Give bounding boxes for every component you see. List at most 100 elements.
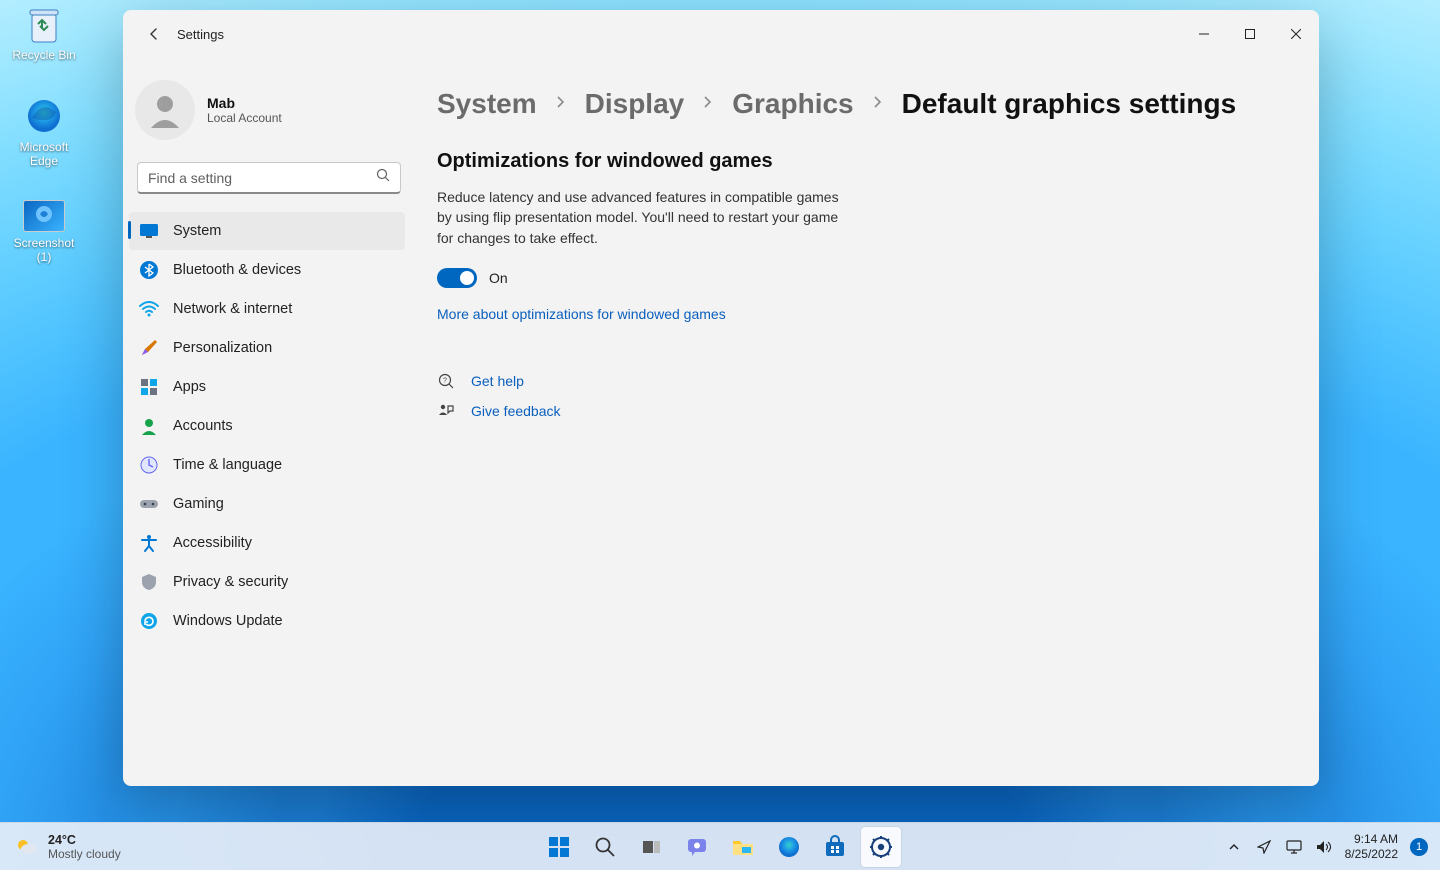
nav-item-time[interactable]: Time & language	[129, 446, 405, 484]
svg-text:?: ?	[443, 377, 447, 384]
nav-label: Windows Update	[173, 613, 283, 629]
breadcrumb-display[interactable]: Display	[585, 88, 685, 120]
nav-label: Accounts	[173, 418, 233, 434]
desktop-icon-label: Microsoft Edge	[4, 140, 84, 169]
close-icon	[1291, 29, 1301, 39]
nav-label: Accessibility	[173, 535, 252, 551]
nav-item-personalization[interactable]: Personalization	[129, 329, 405, 367]
chevron-right-icon	[555, 95, 567, 113]
avatar	[135, 80, 195, 140]
minimize-icon	[1199, 29, 1209, 39]
desktop-icon-recycle-bin[interactable]: Recycle Bin	[4, 4, 84, 62]
taskbar-search[interactable]	[585, 827, 625, 867]
taskbar-clock[interactable]: 9:14 AM 8/25/2022	[1345, 832, 1398, 862]
nav-item-apps[interactable]: Apps	[129, 368, 405, 406]
search-box[interactable]	[137, 162, 401, 194]
nav-item-accounts[interactable]: Accounts	[129, 407, 405, 445]
close-button[interactable]	[1273, 18, 1319, 50]
chevron-right-icon	[702, 95, 714, 113]
nav-item-update[interactable]: Windows Update	[129, 602, 405, 640]
paintbrush-icon	[139, 338, 159, 358]
breadcrumb-graphics[interactable]: Graphics	[732, 88, 853, 120]
tray-location[interactable]	[1255, 838, 1273, 856]
search-icon	[594, 836, 616, 858]
update-icon	[139, 611, 159, 631]
back-button[interactable]	[137, 26, 171, 42]
taskbar-store[interactable]	[815, 827, 855, 867]
taskbar: 24°C Mostly cloudy	[0, 822, 1440, 870]
profile-block[interactable]: Mab Local Account	[123, 58, 415, 162]
desktop-icon-label: Recycle Bin	[4, 48, 84, 62]
nav-item-bluetooth[interactable]: Bluetooth & devices	[129, 251, 405, 289]
edge-icon	[24, 96, 64, 136]
store-icon	[823, 835, 847, 859]
person-icon	[145, 90, 185, 130]
accessibility-icon	[139, 533, 159, 553]
desktop-icon-screenshot[interactable]: Screenshot (1)	[4, 200, 84, 265]
more-about-link[interactable]: More about optimizations for windowed ga…	[437, 306, 726, 322]
maximize-button[interactable]	[1227, 18, 1273, 50]
wifi-icon	[139, 299, 159, 319]
nav-label: System	[173, 223, 221, 239]
start-button[interactable]	[539, 827, 579, 867]
desktop-icon-edge[interactable]: Microsoft Edge	[4, 96, 84, 169]
gear-icon	[869, 835, 893, 859]
task-view-icon	[640, 836, 662, 858]
chevron-right-icon	[872, 95, 884, 113]
monitor-icon	[1286, 840, 1302, 854]
nav-item-network[interactable]: Network & internet	[129, 290, 405, 328]
sidebar: Mab Local Account System Bluetooth & dev…	[123, 58, 423, 786]
titlebar: Settings	[123, 10, 1319, 58]
give-feedback-link[interactable]: Give feedback	[471, 403, 561, 419]
desktop-icon-label: Screenshot (1)	[4, 236, 84, 265]
content-area: System Display Graphics Default graphics…	[423, 58, 1319, 786]
edge-icon	[777, 835, 801, 859]
person-icon	[139, 416, 159, 436]
nav-label: Apps	[173, 379, 206, 395]
nav-list: System Bluetooth & devices Network & int…	[123, 212, 415, 640]
folder-icon	[731, 836, 755, 858]
feedback-icon	[437, 402, 455, 420]
tray-volume[interactable]	[1315, 838, 1333, 856]
chat-icon	[685, 835, 709, 859]
gamepad-icon	[139, 494, 159, 514]
weather-desc: Mostly cloudy	[48, 847, 121, 861]
display-icon	[139, 221, 159, 241]
search-input[interactable]	[148, 170, 376, 186]
taskbar-center	[539, 827, 901, 867]
notification-badge[interactable]: 1	[1410, 838, 1428, 856]
profile-name: Mab	[207, 95, 282, 111]
speaker-icon	[1316, 840, 1332, 854]
taskbar-settings[interactable]	[861, 827, 901, 867]
recycle-bin-icon	[24, 4, 64, 44]
nav-item-system[interactable]: System	[129, 212, 405, 250]
clock-globe-icon	[139, 455, 159, 475]
bluetooth-icon	[139, 260, 159, 280]
system-tray: 9:14 AM 8/25/2022 1	[1225, 832, 1428, 862]
weather-icon	[14, 834, 40, 860]
location-arrow-icon	[1257, 840, 1271, 854]
screenshot-thumb-icon	[23, 200, 65, 232]
taskbar-edge[interactable]	[769, 827, 809, 867]
nav-label: Bluetooth & devices	[173, 262, 301, 278]
nav-label: Gaming	[173, 496, 224, 512]
nav-item-accessibility[interactable]: Accessibility	[129, 524, 405, 562]
tray-overflow[interactable]	[1225, 838, 1243, 856]
shield-icon	[139, 572, 159, 592]
section-description: Reduce latency and use advanced features…	[437, 187, 857, 248]
nav-label: Personalization	[173, 340, 272, 356]
maximize-icon	[1245, 29, 1255, 39]
task-view-button[interactable]	[631, 827, 671, 867]
optimizations-toggle[interactable]	[437, 268, 477, 288]
taskbar-explorer[interactable]	[723, 827, 763, 867]
weather-widget[interactable]: 24°C Mostly cloudy	[14, 833, 121, 861]
get-help-link[interactable]: Get help	[471, 373, 524, 389]
clock-date: 8/25/2022	[1345, 847, 1398, 862]
tray-network[interactable]	[1285, 838, 1303, 856]
minimize-button[interactable]	[1181, 18, 1227, 50]
search-icon	[376, 168, 390, 187]
nav-item-gaming[interactable]: Gaming	[129, 485, 405, 523]
nav-item-privacy[interactable]: Privacy & security	[129, 563, 405, 601]
taskbar-chat[interactable]	[677, 827, 717, 867]
breadcrumb-system[interactable]: System	[437, 88, 537, 120]
